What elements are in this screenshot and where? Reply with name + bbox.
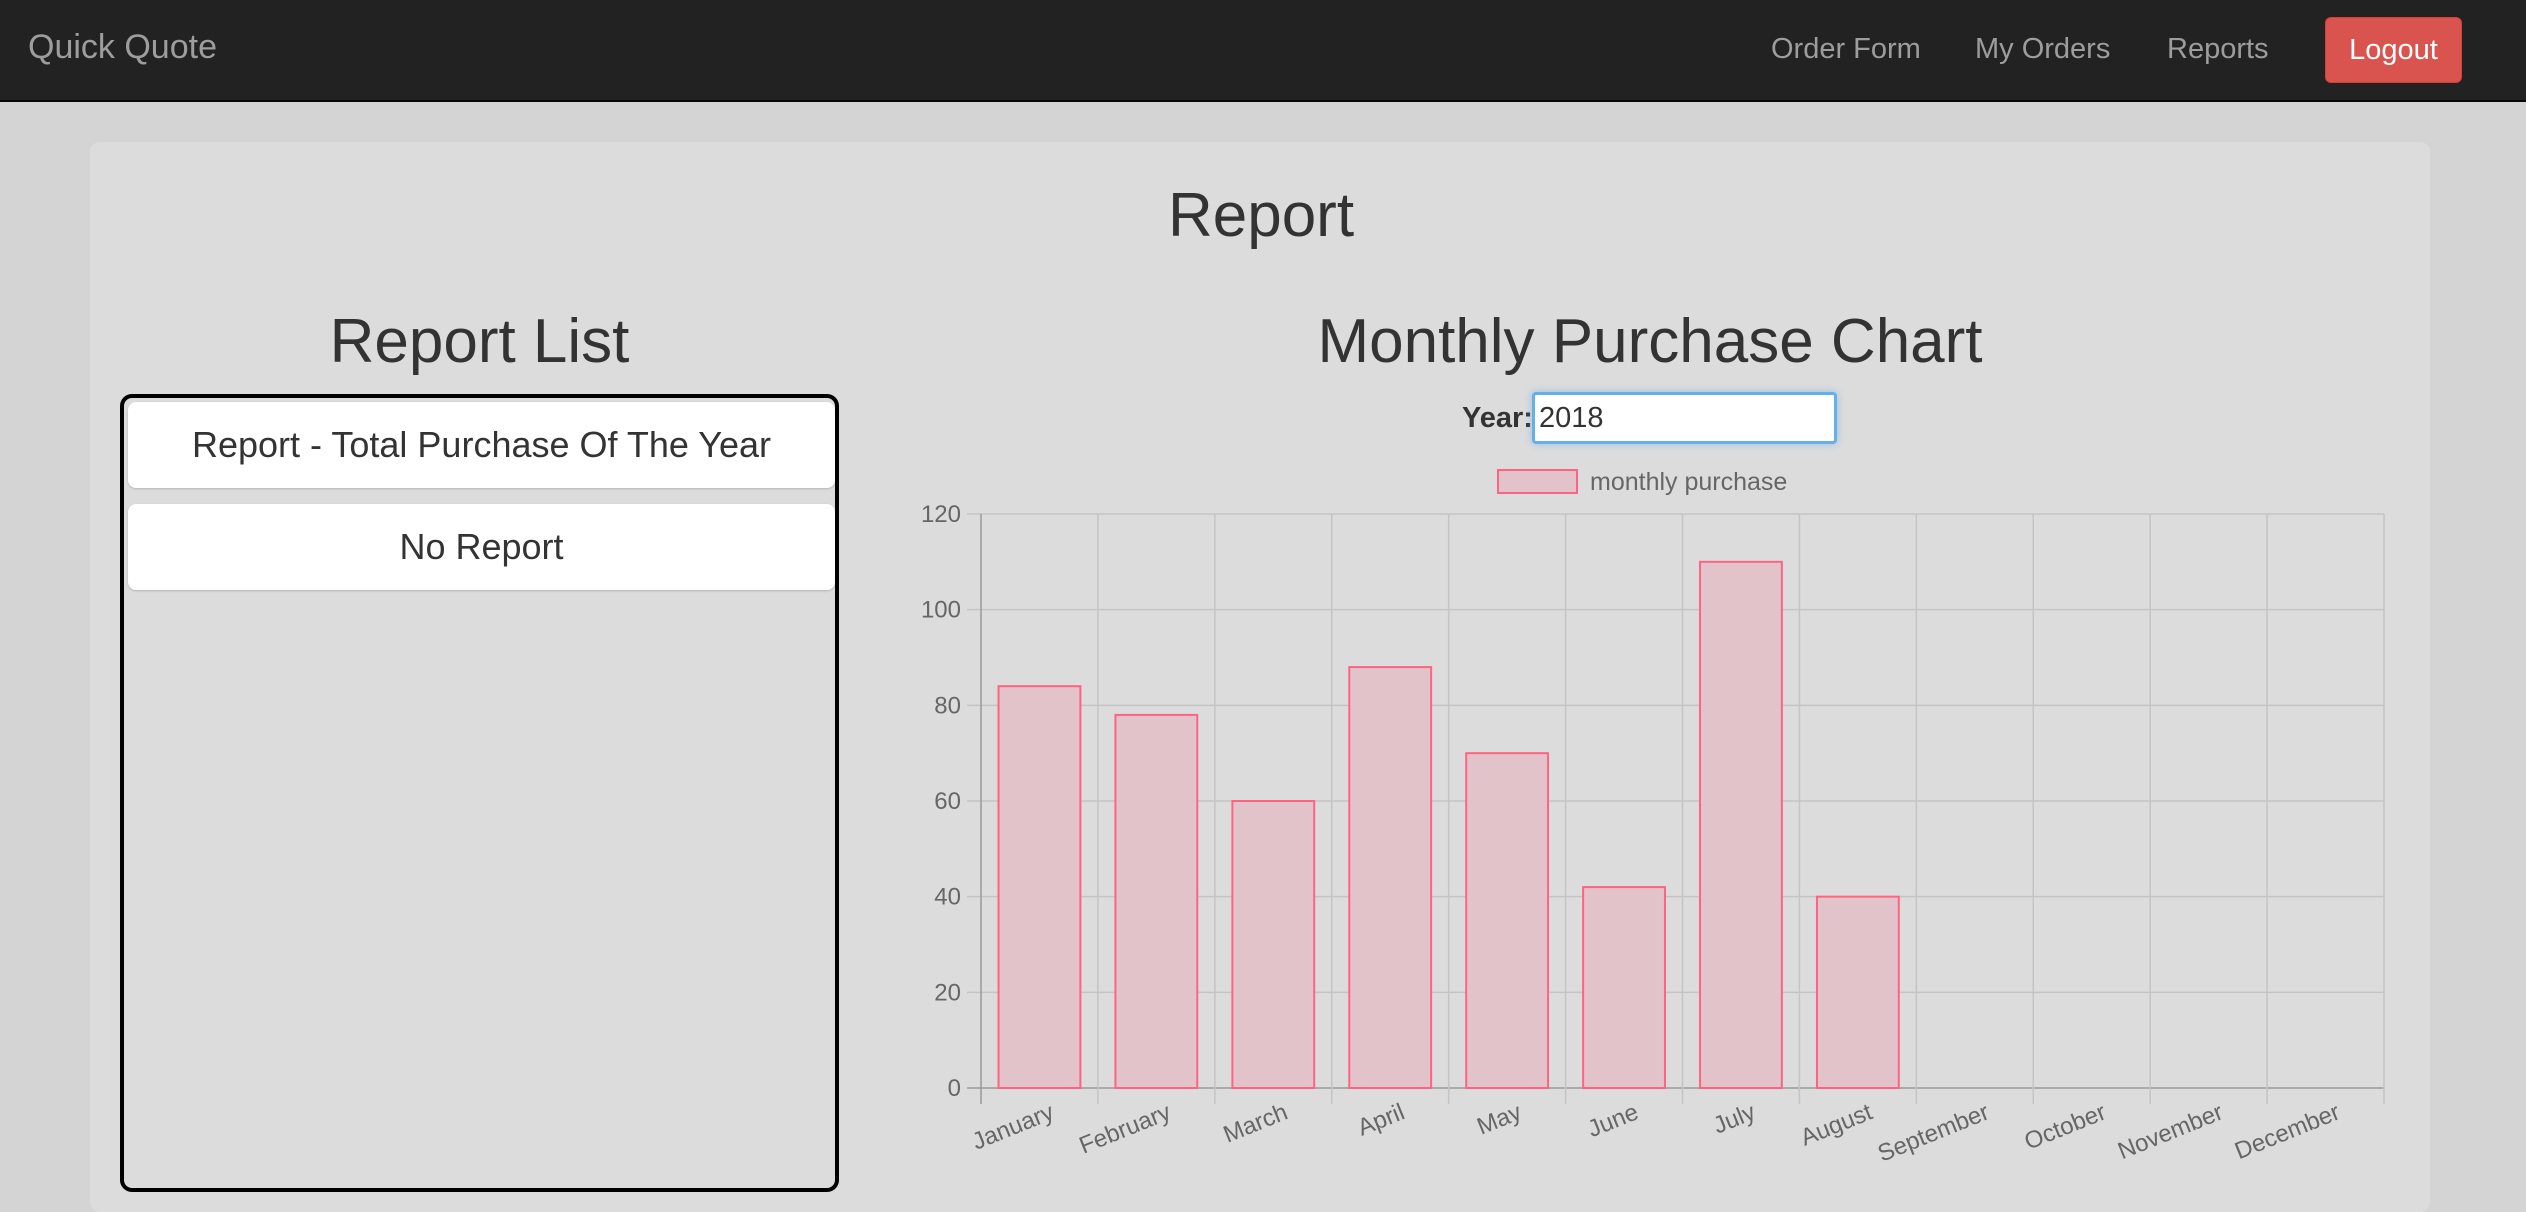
bar-february: [1114, 713, 1199, 1090]
bar-january: [997, 685, 1082, 1089]
legend-swatch: [1497, 469, 1578, 494]
bar-august: [1815, 895, 1900, 1090]
y-tick-label: 20: [934, 979, 961, 1006]
x-tick-label: November: [2114, 1099, 2227, 1166]
y-tick-label: 60: [934, 788, 961, 815]
x-tick-label: July: [1710, 1099, 1760, 1140]
x-tick-label: August: [1797, 1098, 1877, 1151]
x-tick-label: May: [1473, 1099, 1525, 1141]
x-tick-label: September: [1874, 1099, 1993, 1168]
y-tick-label: 40: [934, 884, 961, 911]
y-tick-label: 0: [948, 1075, 961, 1102]
legend-label: monthly purchase: [1590, 468, 1787, 496]
x-tick-label: October: [2021, 1099, 2110, 1156]
x-tick-label: April: [1354, 1099, 1409, 1142]
monthly-purchase-chart: 0 20 40 60 80 100 120 January February March April…: [921, 468, 2385, 1168]
x-tick-label: March: [1220, 1099, 1292, 1149]
x-tick-label: February: [1075, 1099, 1174, 1160]
y-tick-label: 120: [921, 501, 961, 528]
bar-march: [1231, 800, 1316, 1089]
y-tick-label: 80: [934, 692, 961, 719]
x-tick-label: January: [968, 1099, 1057, 1156]
bar-may: [1465, 752, 1550, 1090]
x-tick-label: June: [1584, 1099, 1642, 1144]
bar-june: [1582, 886, 1666, 1089]
bar-april: [1348, 666, 1433, 1089]
y-tick-label: 100: [921, 597, 961, 624]
x-tick-label: December: [2231, 1099, 2344, 1166]
bar-july: [1699, 560, 1783, 1089]
